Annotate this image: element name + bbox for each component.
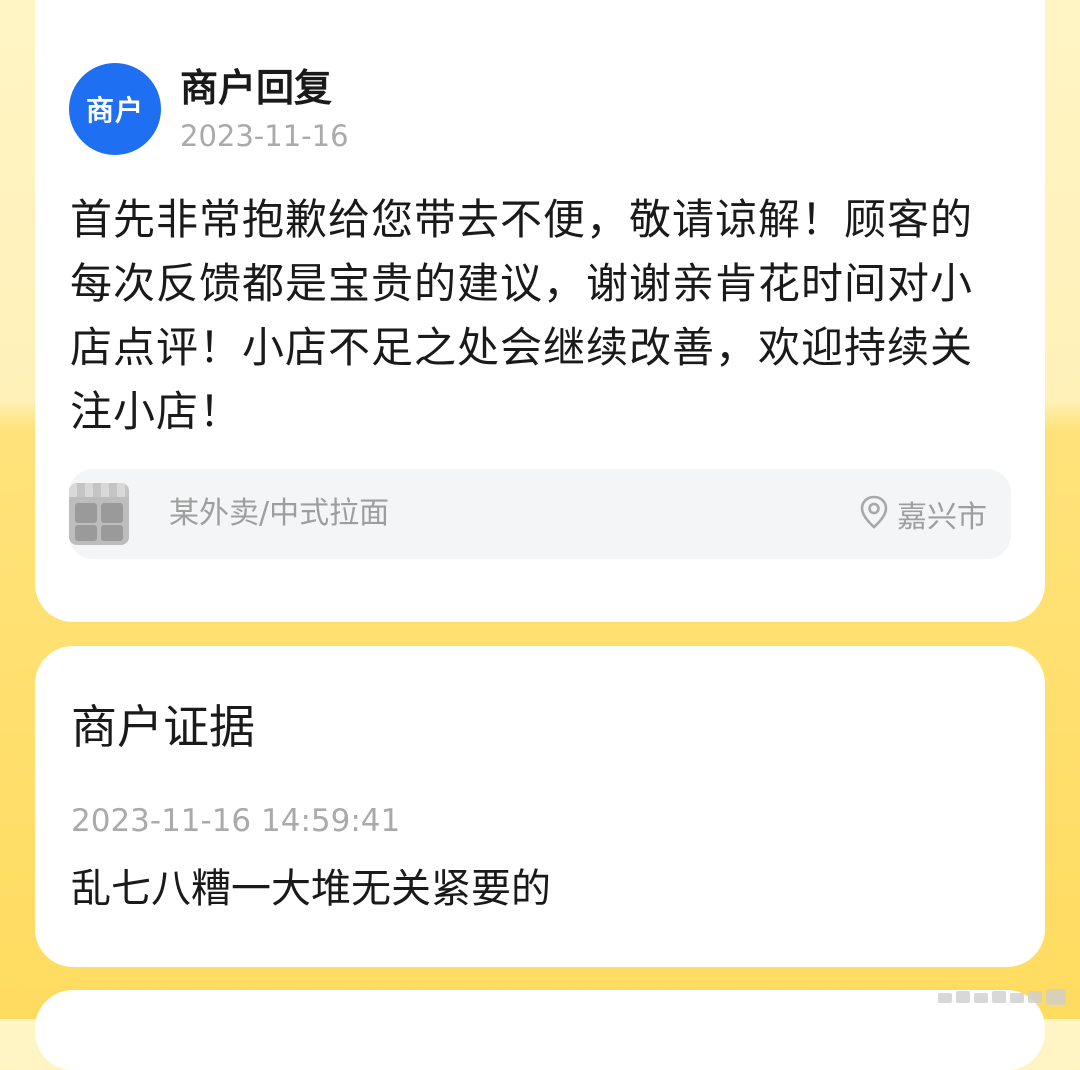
reply-title: 商户回复: [180, 66, 333, 110]
reply-date: 2023-11-16: [180, 119, 349, 153]
location-pin-icon: [859, 495, 889, 533]
avatar-label: 商户: [85, 94, 144, 127]
merchant-evidence-card: 商户证据 2023-11-16 14:59:41 乱七八糟一大堆无关紧要的: [35, 646, 1045, 967]
shop-location: 嘉兴市: [859, 469, 987, 559]
evidence-content: 乱七八糟一大堆无关紧要的: [71, 866, 551, 912]
reply-body: 首先非常抱歉给您带去不便，敬请谅解！顾客的每次反馈都是宝贵的建议，谢谢亲肯花时间…: [70, 195, 974, 436]
location-label: 嘉兴市: [897, 500, 987, 535]
next-card: [35, 990, 1045, 1070]
shop-info-bar[interactable]: 某外卖/中式拉面 嘉兴市: [69, 469, 1011, 559]
merchant-avatar[interactable]: 商户: [69, 63, 161, 155]
shop-name: 某外卖/中式拉面: [169, 496, 390, 531]
storefront-icon: [69, 483, 129, 545]
watermark-icon: [938, 989, 1066, 1005]
evidence-timestamp: 2023-11-16 14:59:41: [71, 803, 401, 839]
evidence-title: 商户证据: [71, 700, 255, 754]
merchant-reply-card: 商户 商户回复 2023-11-16 首先非常抱歉给您带去不便，敬请谅解！顾客的…: [35, 0, 1045, 622]
